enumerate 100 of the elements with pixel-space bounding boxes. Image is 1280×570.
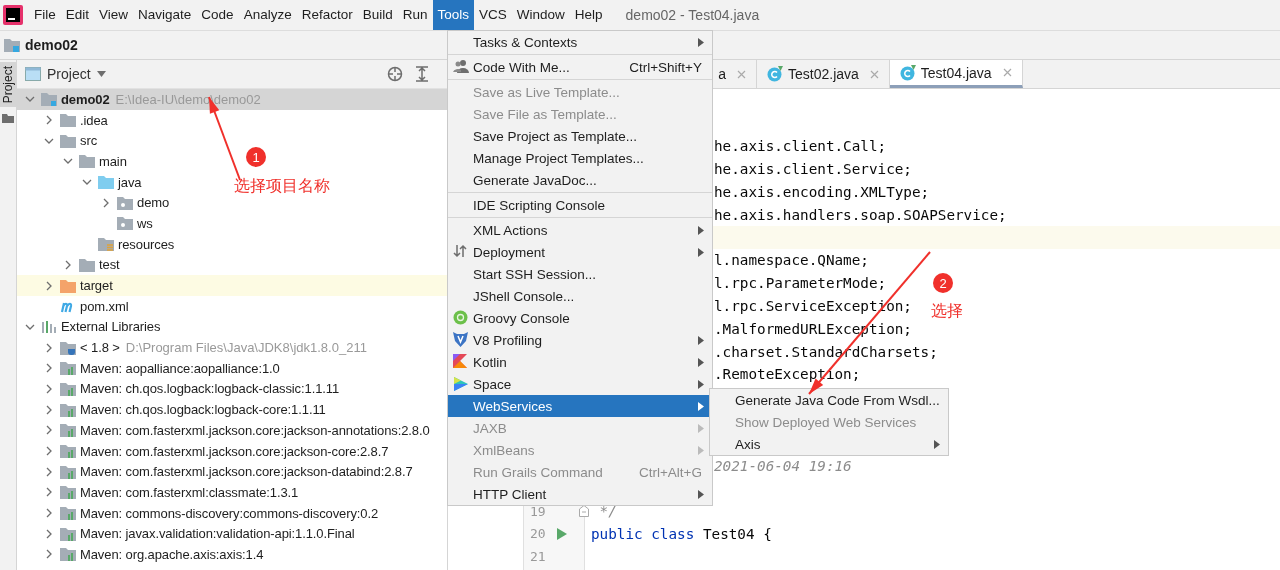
menu-item-label: Save File as Template... (473, 106, 618, 122)
menu-item[interactable]: Window (511, 0, 570, 30)
tree-label: Maven: commons-discovery:commons-discovery:0.2 (80, 505, 379, 521)
tree-item[interactable]: pom.xml (17, 295, 129, 317)
tree-item[interactable]: < 1.8 > D:\Program Files\Java\JDK8\jdk1.8.0_211 (17, 337, 367, 358)
submenu-arrow-icon (698, 225, 704, 235)
submenu-arrow-icon (698, 335, 704, 345)
menu-item[interactable]: Navigate (133, 0, 197, 30)
chevron-right-icon[interactable] (46, 363, 52, 374)
menu-item[interactable]: HTTP Client (448, 483, 712, 505)
chevron-down-icon[interactable] (63, 158, 73, 165)
up-down-arrows-icon (453, 244, 467, 258)
tree-label: Maven: com.fasterxml.jackson.core:jackson-core:2.8.7 (80, 443, 389, 459)
chevron-right-icon[interactable] (46, 446, 52, 457)
menu-item[interactable]: XML Actions (448, 219, 712, 241)
menu-item[interactable]: Tools (432, 0, 474, 30)
tree-item[interactable]: Maven: ch.qos.logback:logback-core:1.1.11 (17, 399, 326, 420)
tree-item[interactable]: resources (17, 233, 175, 255)
chevron-right-icon[interactable] (46, 383, 52, 394)
menu-item[interactable]: V8 Profiling (448, 329, 712, 351)
menu-item[interactable]: Kotlin (448, 351, 712, 373)
tree-item[interactable]: Maven: commons-discovery:commons-discovery:0.2 (17, 502, 379, 524)
menu-item[interactable]: Code With Me... Ctrl+Shift+Y (448, 56, 712, 78)
code-line: public class Test04 { (591, 525, 772, 542)
menu-item[interactable]: Space (448, 373, 712, 395)
window-icon (25, 67, 41, 81)
chevron-right-icon[interactable] (65, 259, 71, 270)
chevron-down-icon[interactable] (25, 323, 35, 330)
menu-item[interactable]: Edit (60, 0, 95, 30)
tree-label: Maven: com.fasterxml.jackson.core:jackson-annotations:2.8.0 (80, 422, 430, 438)
menu-item[interactable]: Generate Java Code From Wsdl... (710, 389, 948, 411)
project-name[interactable]: demo02 (25, 37, 78, 53)
tree-item[interactable]: src (17, 130, 98, 152)
menu-item[interactable]: Refactor (296, 0, 358, 30)
tree-item[interactable]: Maven: com.fasterxml.jackson.core:jackson-databind:2.8.7 (17, 461, 413, 483)
dropdown-arrow-icon[interactable] (96, 71, 106, 77)
expand-all-icon[interactable] (415, 66, 429, 82)
tree-item[interactable]: main (17, 151, 127, 172)
view-selector[interactable]: Project (47, 66, 91, 82)
menu-item[interactable]: JShell Console... (448, 285, 712, 307)
chevron-down-icon[interactable] (44, 137, 54, 144)
menu-item[interactable]: Groovy Console (448, 307, 712, 329)
chevron-right-icon[interactable] (46, 280, 52, 291)
chevron-right-icon[interactable] (103, 197, 109, 208)
chevron-right-icon[interactable] (46, 549, 52, 560)
tree-item[interactable]: Maven: com.fasterxml.jackson.core:jackson-annotations:2.8.0 (17, 420, 430, 441)
tree-item[interactable]: target (17, 275, 447, 296)
chevron-down-icon[interactable] (82, 179, 92, 186)
menu-item[interactable]: Axis (710, 433, 948, 455)
tree-label: demo (137, 195, 170, 211)
tree-item[interactable]: Maven: com.fasterxml.jackson.core:jackson-core:2.8.7 (17, 440, 389, 462)
menu-item-label: Run Grails Command (473, 464, 604, 480)
tree-item[interactable]: ws (17, 213, 153, 234)
libraries-icon (41, 319, 57, 334)
menu-item[interactable]: WebServices (448, 395, 712, 417)
folder-icon[interactable] (2, 113, 14, 124)
menu-item[interactable]: View (94, 0, 134, 30)
crosshair-icon[interactable] (387, 66, 403, 82)
menu-item[interactable]: Code (196, 0, 239, 30)
menu-item[interactable]: Tasks & Contexts (448, 31, 712, 53)
menu-item[interactable]: Run (397, 0, 433, 30)
tree-item[interactable]: External Libraries (17, 316, 161, 338)
chevron-down-icon[interactable] (25, 96, 35, 103)
chevron-right-icon[interactable] (46, 508, 52, 519)
tree-item[interactable]: Maven: org.apache.axis:axis:1.4 (17, 544, 264, 565)
tree-item[interactable]: Maven: javax.validation:validation-api:1.1.0.Final (17, 523, 355, 545)
chevron-right-icon[interactable] (46, 466, 52, 477)
circle-icon (453, 310, 468, 325)
menu-item[interactable]: Generate JavaDoc... (448, 169, 712, 191)
menu-item[interactable]: Deployment (448, 241, 712, 263)
menu-item[interactable]: Help (569, 0, 608, 30)
menu-item[interactable]: Build (357, 0, 398, 30)
chevron-right-icon[interactable] (46, 487, 52, 498)
menu-item[interactable]: File (29, 0, 61, 30)
tree-item[interactable]: Maven: aopalliance:aopalliance:1.0 (17, 357, 280, 379)
tree-item[interactable]: Maven: com.fasterxml:classmate:1.3.1 (17, 482, 299, 503)
menu-item[interactable]: Manage Project Templates... (448, 147, 712, 169)
menu-item[interactable]: Analyze (238, 0, 297, 30)
chevron-right-icon[interactable] (46, 528, 52, 539)
editor-tab[interactable]: Test04.java (889, 60, 1023, 88)
logo-icon (3, 5, 23, 25)
menu-item[interactable]: Start SSH Session... (448, 263, 712, 285)
chevron-right-icon[interactable] (46, 342, 52, 353)
chevron-right-icon[interactable] (46, 425, 52, 436)
menu-item[interactable]: VCS (474, 0, 512, 30)
tree-item[interactable]: test (17, 254, 120, 276)
library-icon (60, 526, 76, 541)
tree-item[interactable]: Maven: ch.qos.logback:logback-classic:1.1.11 (17, 378, 340, 400)
folder-icon (3, 37, 21, 53)
tool-window-tab[interactable]: Project (0, 62, 16, 108)
tree-item[interactable]: .idea (17, 109, 108, 131)
tree-item[interactable]: demo (17, 192, 170, 214)
menu-item[interactable]: Save Project as Template... (448, 125, 712, 147)
editor-tab[interactable]: Test02.java (757, 60, 890, 88)
chevron-right-icon[interactable] (46, 115, 52, 126)
tree-item[interactable]: java (17, 171, 142, 193)
menu-item[interactable]: IDE Scripting Console (448, 194, 712, 216)
chevron-right-icon[interactable] (46, 404, 52, 415)
run-icon[interactable] (557, 527, 567, 540)
tree-item[interactable]: demo02 E:\Idea-IU\demo\demo02 (17, 89, 447, 110)
